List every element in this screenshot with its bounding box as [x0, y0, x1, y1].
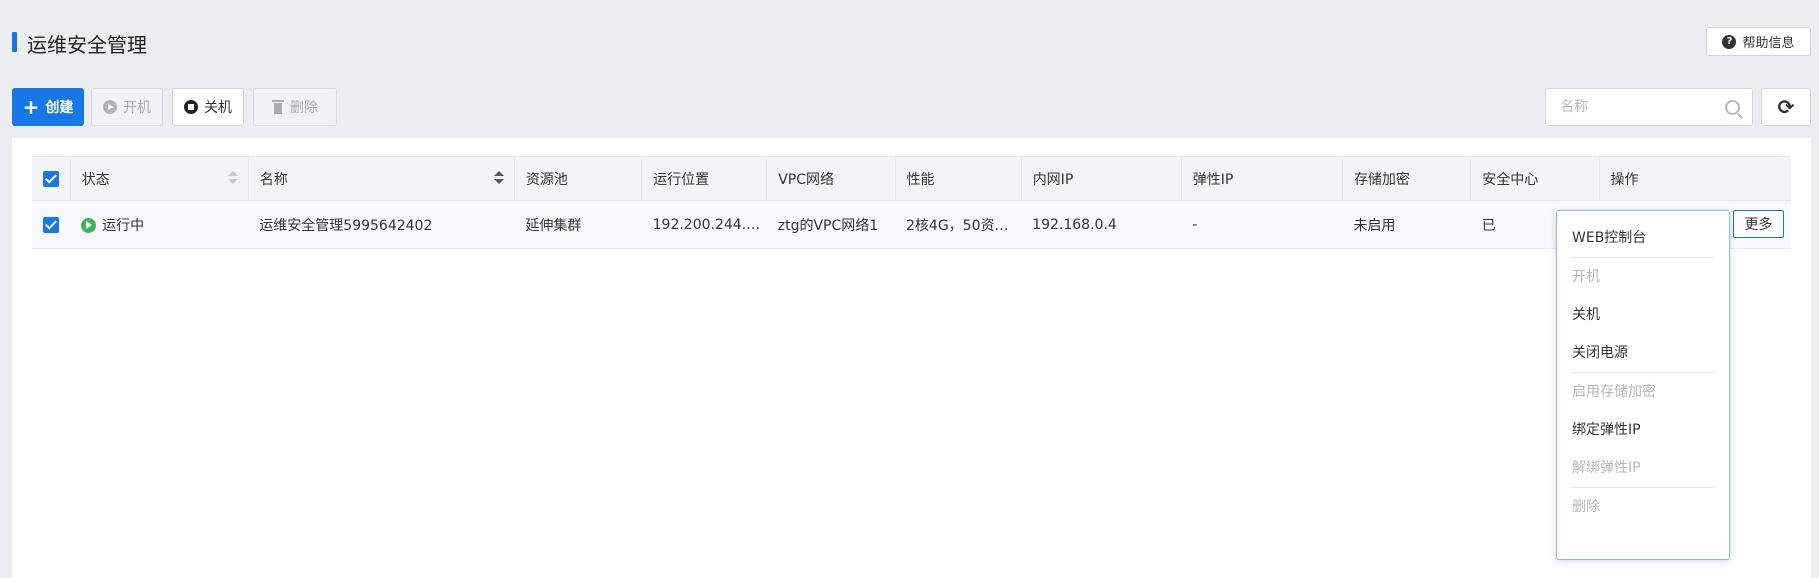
location-cell: 192.200.244.202: [641, 200, 767, 249]
delete-button[interactable]: 删除: [253, 88, 337, 126]
name-cell[interactable]: 运维安全管理5995642402: [248, 200, 515, 249]
column-header-actions: 操作: [1599, 156, 1791, 201]
column-header-encryption: 存储加密: [1342, 156, 1472, 201]
select-all-checkbox-cell[interactable]: [32, 156, 71, 201]
delete-label: 删除: [290, 100, 318, 116]
column-header-vpc: VPC网络: [766, 156, 896, 201]
performance-cell: 2核4G，50资产…: [895, 200, 1022, 249]
create-label: 创建: [45, 100, 74, 116]
refresh-icon: ⟳: [1777, 95, 1795, 119]
power-on-label: 开机: [123, 100, 151, 116]
sort-icon[interactable]: [493, 171, 504, 187]
pool-cell: 延伸集群: [514, 200, 642, 249]
column-header-name[interactable]: 名称: [248, 156, 515, 201]
power-off-button[interactable]: 关机: [172, 88, 244, 126]
menu-item-power-on[interactable]: 开机: [1557, 258, 1729, 296]
column-header-private-ip: 内网IP: [1021, 156, 1182, 201]
elastic-ip-cell: -: [1181, 200, 1343, 249]
column-header-elastic-ip: 弹性IP: [1181, 156, 1343, 201]
plus-icon: +: [22, 95, 40, 119]
column-header-pool: 资源池: [514, 156, 643, 201]
power-on-button[interactable]: 开机: [91, 88, 163, 126]
content-panel: 状态 名称 资源池 运行位置 VPC网络 性能 内网IP 弹性IP 存储加密 安…: [12, 138, 1811, 578]
menu-item-unbind-eip[interactable]: 解绑弹性IP: [1557, 449, 1729, 487]
trash-icon: [272, 100, 284, 114]
more-actions-menu: WEB控制台 开机 关机 关闭电源 启用存储加密 绑定弹性IP 解绑弹性IP 删…: [1556, 210, 1730, 560]
page-header: 运维安全管理 ? 帮助信息: [0, 0, 1819, 80]
refresh-button[interactable]: ⟳: [1761, 88, 1811, 126]
column-header-performance: 性能: [895, 156, 1022, 201]
menu-item-web-console[interactable]: WEB控制台: [1557, 219, 1729, 257]
column-header-security-center: 安全中心: [1470, 156, 1600, 201]
power-off-label: 关机: [204, 100, 232, 116]
column-header-status[interactable]: 状态: [70, 156, 249, 201]
encryption-cell: 未启用: [1342, 200, 1471, 249]
private-ip-cell: 192.168.0.4: [1021, 200, 1182, 249]
row-checkbox-cell[interactable]: [32, 200, 71, 249]
table-row[interactable]: 运行中 运维安全管理5995642402 延伸集群 192.200.244.20…: [32, 200, 1791, 249]
search-icon[interactable]: [1725, 100, 1740, 115]
more-button[interactable]: 更多: [1733, 210, 1784, 238]
help-icon: ?: [1722, 34, 1737, 49]
select-all-checkbox[interactable]: [42, 170, 59, 187]
menu-item-cut-power[interactable]: 关闭电源: [1557, 334, 1729, 372]
stop-circle-icon: [184, 100, 198, 114]
menu-item-delete[interactable]: 删除: [1557, 488, 1729, 526]
help-button[interactable]: ? 帮助信息: [1706, 27, 1811, 56]
create-button[interactable]: + 创建: [12, 88, 84, 126]
status-cell: 运行中: [70, 200, 249, 249]
running-status-icon: [81, 217, 97, 233]
column-header-location: 运行位置: [641, 156, 768, 201]
menu-item-power-off[interactable]: 关机: [1557, 296, 1729, 334]
search-input[interactable]: [1546, 89, 1716, 125]
table-header-row: 状态 名称 资源池 运行位置 VPC网络 性能 内网IP 弹性IP 存储加密 安…: [32, 156, 1791, 201]
sort-icon[interactable]: [227, 171, 238, 187]
search-box: [1545, 88, 1753, 126]
page-title: 运维安全管理: [27, 33, 147, 57]
menu-item-enable-encryption[interactable]: 启用存储加密: [1557, 373, 1729, 411]
menu-item-bind-eip[interactable]: 绑定弹性IP: [1557, 411, 1729, 449]
play-circle-icon: [103, 100, 117, 114]
title-accent-bar: [12, 32, 17, 52]
vpc-cell: ztg的VPC网络1: [766, 200, 896, 249]
row-checkbox[interactable]: [43, 216, 60, 233]
help-label: 帮助信息: [1742, 36, 1795, 51]
instance-table: 状态 名称 资源池 运行位置 VPC网络 性能 内网IP 弹性IP 存储加密 安…: [32, 156, 1791, 249]
